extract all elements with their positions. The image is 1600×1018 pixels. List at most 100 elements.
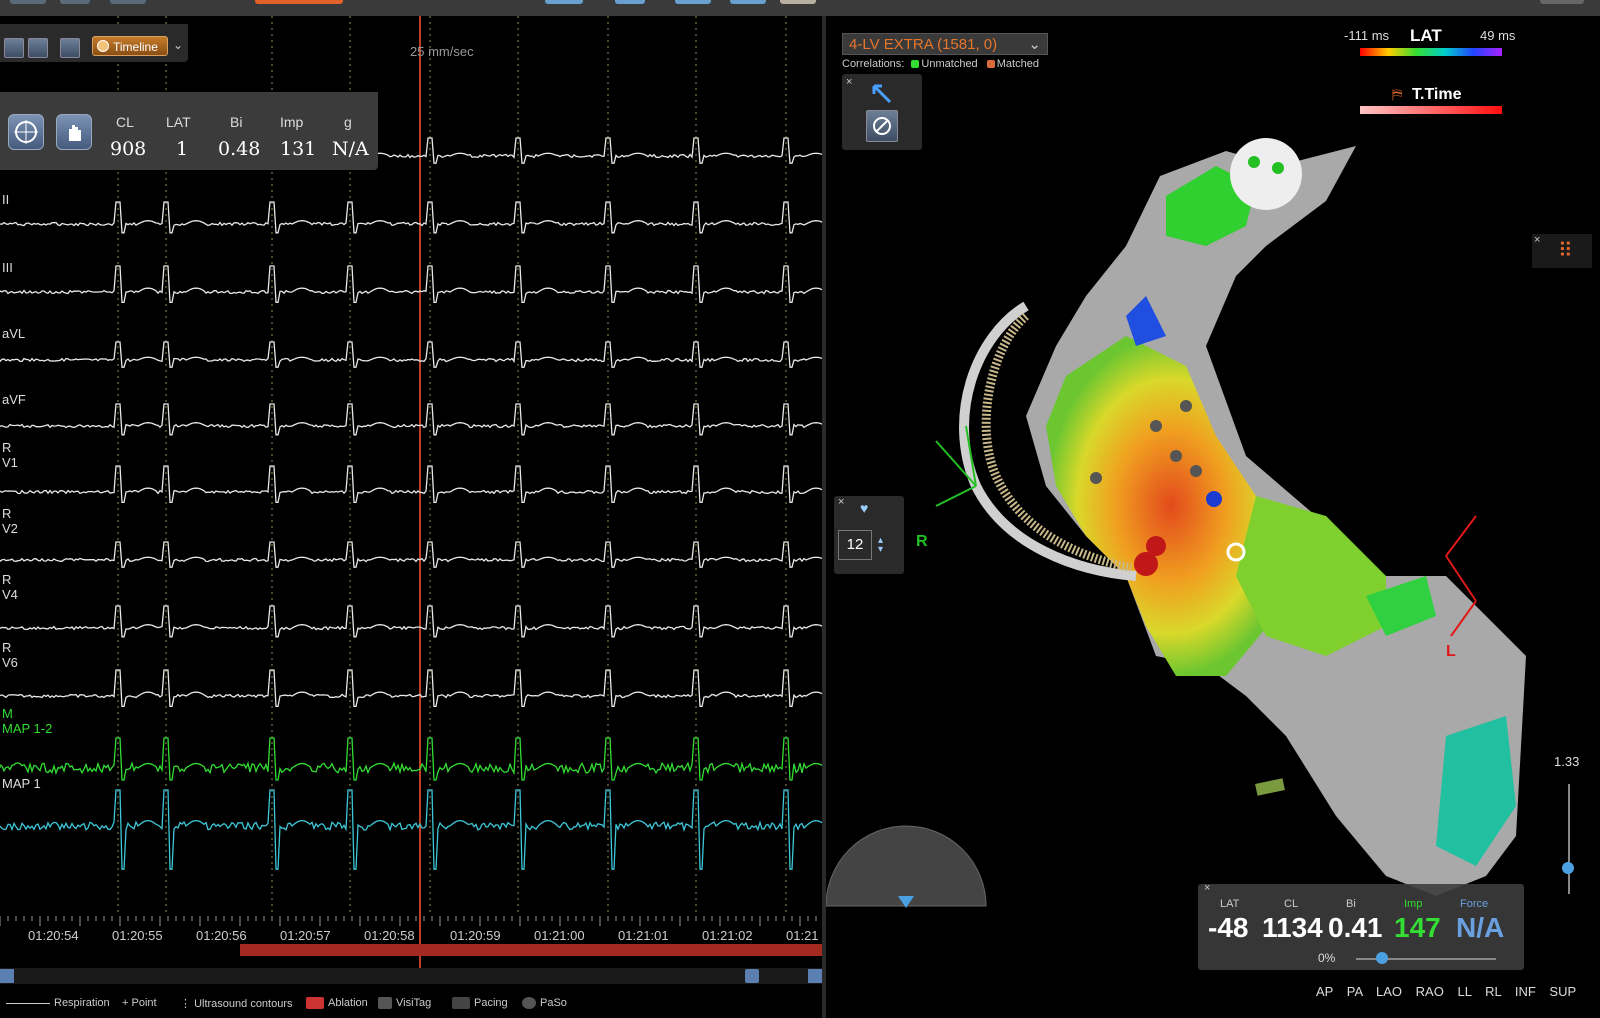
toolbar-button[interactable]: [615, 0, 645, 4]
value-cl: 908: [110, 138, 147, 160]
time-label: 01:21:00: [534, 928, 585, 943]
target-icon[interactable]: [8, 114, 44, 150]
ecg-trace: [0, 403, 822, 436]
head-orientation-eye: [1248, 156, 1260, 168]
lv-electroanatomic-map[interactable]: R L: [826, 16, 1600, 1018]
toolbar-button-active[interactable]: [255, 0, 343, 4]
timeline-scrollbar[interactable]: [0, 968, 822, 984]
info-value-cl: 1134: [1262, 912, 1323, 943]
ttime-label: T.Time: [1412, 86, 1462, 103]
ecg-trace: [0, 669, 822, 708]
ttime-icon: ⛿: [1392, 86, 1403, 102]
lat-min: -111 ms: [1344, 28, 1390, 43]
close-icon[interactable]: ×: [1204, 882, 1210, 894]
toolbar-button[interactable]: [675, 0, 711, 4]
header-imp: Imp: [280, 114, 304, 130]
chevron-down-icon[interactable]: ⌄: [173, 38, 183, 52]
move-icon[interactable]: [28, 38, 48, 58]
select-cursor-icon[interactable]: [868, 80, 896, 108]
trace-legend: Respiration + Point ⋮ Ultrasound contour…: [0, 988, 822, 1018]
legend-paso[interactable]: PaSo: [522, 997, 567, 1010]
toolbar-button[interactable]: [10, 0, 46, 4]
lead-label-v6: R V6: [2, 640, 18, 670]
value-imp: 131: [280, 138, 317, 160]
header-lat: LAT: [166, 114, 191, 130]
value-g: N/A: [332, 138, 369, 160]
scroll-thumb[interactable]: [745, 969, 759, 983]
grid-dots-icon[interactable]: ⠿: [1558, 238, 1573, 263]
close-icon[interactable]: ×: [838, 496, 844, 508]
legend-respiration[interactable]: Respiration: [6, 997, 110, 1009]
catheter-tip-icon: [1255, 778, 1285, 796]
ablation-bar: [240, 944, 822, 956]
legend-point[interactable]: + Point: [122, 997, 157, 1009]
toolbar-button[interactable]: [780, 0, 816, 4]
close-icon[interactable]: ×: [1534, 234, 1540, 246]
view-sup[interactable]: SUP: [1549, 984, 1576, 999]
tool-palette: ×: [842, 74, 922, 150]
view-pa[interactable]: PA: [1347, 984, 1363, 999]
lead-label-v2: R V2: [2, 506, 18, 536]
zoom-icon[interactable]: [4, 38, 24, 58]
point-counter-widget: × ♥ 12 ▴ ▾: [834, 496, 904, 574]
lat-max: 49 ms: [1480, 28, 1516, 43]
ecg-trace: [0, 465, 822, 504]
zoom-slider-thumb[interactable]: [1562, 862, 1574, 874]
map-point[interactable]: [1206, 491, 1222, 507]
map-selector[interactable]: 4-LV EXTRA (1581, 0) ⌄: [842, 33, 1048, 55]
lat-legend: -111 ms LAT 49 ms: [1344, 26, 1576, 76]
point-count-field[interactable]: 12: [838, 530, 872, 560]
toolbar-button[interactable]: [730, 0, 766, 4]
view-ll[interactable]: LL: [1457, 984, 1471, 999]
close-icon[interactable]: ×: [846, 76, 852, 88]
cancel-tool-icon[interactable]: [866, 110, 898, 142]
lead-label-iii: III: [2, 260, 13, 275]
time-label: 01:20:57: [280, 928, 331, 943]
legend-ultrasound[interactable]: ⋮ Ultrasound contours: [180, 997, 293, 1010]
ablation-tag[interactable]: [1146, 536, 1166, 556]
map-point[interactable]: [1170, 450, 1182, 462]
zoom-slider-track[interactable]: [1568, 784, 1570, 894]
orientation-label-r: R: [916, 533, 928, 550]
window-controls[interactable]: [1540, 0, 1584, 4]
value-bi: 0.48: [218, 138, 261, 160]
header-g: g: [344, 114, 352, 130]
transparency-percent: 0%: [1318, 951, 1336, 965]
head-orientation-icon[interactable]: [1230, 138, 1302, 210]
timeline-button[interactable]: Timeline: [92, 36, 168, 56]
ecg-trace: [0, 605, 822, 638]
ecg-trace: [0, 789, 822, 870]
view-rao[interactable]: RAO: [1416, 984, 1444, 999]
transparency-slider-thumb[interactable]: [1376, 952, 1388, 964]
lead-label-v1: R V1: [2, 440, 18, 470]
toolbar-button[interactable]: [110, 0, 146, 4]
map-point[interactable]: [1190, 465, 1202, 477]
header-cl: CL: [116, 114, 134, 130]
map-point[interactable]: [1180, 400, 1192, 412]
navigation-wheel[interactable]: [826, 825, 987, 907]
map-point[interactable]: [1150, 420, 1162, 432]
unmatched-label: Unmatched: [921, 58, 978, 70]
freeze-icon[interactable]: [60, 38, 80, 58]
view-ap[interactable]: AP: [1316, 984, 1333, 999]
unmatched-swatch: [911, 60, 920, 69]
view-inf[interactable]: INF: [1515, 984, 1536, 999]
time-label: 01:21: [786, 928, 819, 943]
map-point[interactable]: [1090, 472, 1102, 484]
time-label: 01:20:59: [450, 928, 501, 943]
legend-visitag[interactable]: VisiTag: [378, 997, 431, 1010]
ecg-recording-panel: Timeline ⌄ 25 mm/sec CL LAT Bi Imp g 908…: [0, 16, 822, 1018]
time-label: 01:20:54: [28, 928, 79, 943]
recording-toolbar: Timeline ⌄: [0, 24, 188, 62]
legend-ablation[interactable]: Ablation: [306, 997, 368, 1010]
time-label: 01:20:58: [364, 928, 415, 943]
view-lao[interactable]: LAO: [1376, 984, 1402, 999]
hand-icon[interactable]: [56, 114, 92, 150]
scroll-left-arrow[interactable]: [0, 969, 14, 983]
legend-pacing[interactable]: Pacing: [452, 997, 508, 1010]
toolbar-button[interactable]: [545, 0, 583, 4]
scroll-right-arrow[interactable]: [808, 969, 822, 983]
view-rl[interactable]: RL: [1485, 984, 1501, 999]
toolbar-button[interactable]: [60, 0, 90, 4]
stepper-arrows-icon[interactable]: ▴ ▾: [878, 536, 883, 555]
